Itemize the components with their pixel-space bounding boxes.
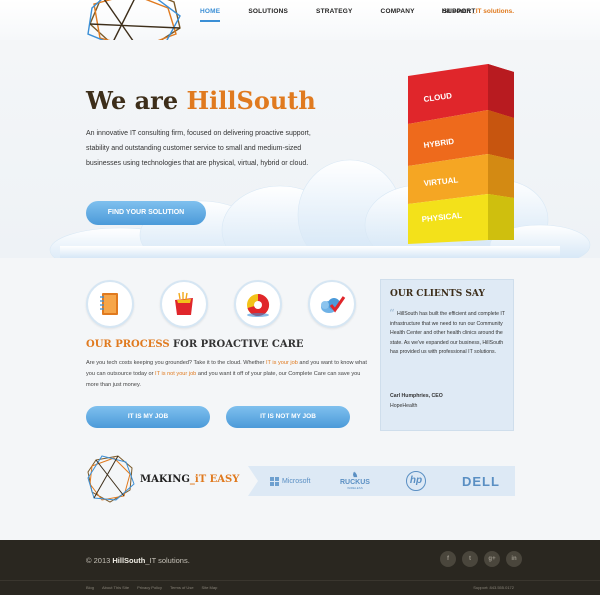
donut-chart-icon[interactable]	[234, 280, 282, 328]
it-is-your-job-link[interactable]: IT is your job	[266, 360, 298, 366]
process-title-rest: FOR PROACTIVE CARE	[169, 339, 304, 350]
testimonial-organization: HopeHealth	[390, 403, 418, 409]
footer-bottom-bar: Blog About This Site Privacy Policy Term…	[0, 580, 600, 595]
hero-title-brand: HillSouth	[186, 86, 316, 115]
partner-ruckus-label: RUCKUS	[340, 479, 370, 486]
copyright: © 2013 HillSouth_IT solutions.	[86, 556, 190, 565]
footer-link-terms[interactable]: Terms of Use	[170, 585, 194, 590]
partner-microsoft[interactable]: Microsoft	[270, 466, 310, 496]
footer-link-blog[interactable]: Blog	[86, 585, 94, 590]
hero-description: An innovative IT consulting firm, focuse…	[86, 130, 311, 167]
process-icons	[86, 280, 356, 328]
tagline-brand: HillSouth	[441, 8, 471, 15]
linkedin-icon[interactable]: in	[506, 551, 522, 567]
header-tagline: HillSouth _IT solutions.	[442, 8, 514, 15]
twitter-icon[interactable]: t	[462, 551, 478, 567]
making-accent: _iT EASY	[189, 474, 240, 485]
making-it-easy-logo	[87, 455, 135, 503]
hero-section: We are HillSouth An innovative IT consul…	[0, 40, 600, 258]
tower-illustration: CLOUD HYBRID VIRTUAL PHYSICAL	[408, 64, 514, 244]
testimonial-author: Carl Humphries, CEO	[390, 393, 443, 399]
partner-ruckus[interactable]: ♞ RUCKUS WIRELESS	[340, 466, 370, 496]
partner-dell[interactable]: DELL	[462, 466, 500, 496]
nav-home[interactable]: HOME	[200, 8, 234, 22]
footer-link-about[interactable]: About This Site	[102, 585, 129, 590]
it-is-not-your-job-link[interactable]: IT is not your job	[155, 371, 196, 377]
process-description: Are you tech costs keeping you grounded?…	[86, 358, 368, 391]
facebook-icon[interactable]: f	[440, 551, 456, 567]
nav-strategy[interactable]: STRATEGY	[302, 8, 367, 22]
it-is-my-job-button[interactable]: IT IS MY JOB	[86, 406, 210, 428]
google-plus-icon[interactable]: g+	[484, 551, 500, 567]
footer-support-info: Support: 843.555.0172	[473, 585, 514, 590]
process-text-1: Are you tech costs keeping you grounded?…	[86, 360, 266, 366]
site-header: HOME SOLUTIONS STRATEGY COMPANY SUPPORT …	[0, 0, 600, 48]
notebook-icon[interactable]	[86, 280, 134, 328]
tagline-accent: _IT solutions.	[470, 8, 514, 15]
copyright-prefix: © 2013	[86, 556, 113, 565]
clients-title: OUR CLIENTS SAY	[390, 289, 485, 299]
copyright-suffix: _IT solutions.	[145, 556, 190, 565]
partner-hp-label: hp	[406, 471, 426, 491]
hero-title: We are HillSouth	[86, 86, 316, 115]
footer-link-sitemap[interactable]: Site Map	[202, 585, 218, 590]
hero-title-prefix: We are	[86, 86, 187, 115]
testimonial-quote: HillSouth has built the efficient and co…	[390, 311, 505, 355]
process-title-accent: OUR PROCESS	[86, 339, 170, 350]
dog-icon: ♞	[351, 472, 359, 479]
footer-links: Blog About This Site Privacy Policy Term…	[86, 585, 217, 590]
making-it-easy-text: MAKING_iT EASY	[140, 474, 239, 485]
partners-strip: Microsoft ♞ RUCKUS WIRELESS hp DELL	[248, 466, 515, 496]
copyright-brand: HillSouth	[112, 556, 146, 565]
nav-solutions[interactable]: SOLUTIONS	[234, 8, 302, 22]
microsoft-icon	[270, 476, 279, 486]
cloud-check-icon[interactable]	[308, 280, 356, 328]
footer-link-privacy[interactable]: Privacy Policy	[137, 585, 162, 590]
shopping-bag-icon[interactable]	[160, 280, 208, 328]
find-solution-button[interactable]: FIND YOUR SOLUTION	[86, 201, 206, 225]
clients-testimonial: OUR CLIENTS SAY “ HillSouth has built th…	[380, 279, 514, 431]
site-footer: © 2013 HillSouth_IT solutions. f t g+ in…	[0, 540, 600, 595]
social-links: f t g+ in	[440, 551, 522, 567]
nav-company[interactable]: COMPANY	[367, 8, 429, 22]
partner-ruckus-sub: WIRELESS	[347, 486, 363, 490]
it-is-not-my-job-button[interactable]: IT IS NOT MY JOB	[226, 406, 350, 428]
making-prefix: MAKING	[140, 474, 190, 485]
process-title: OUR PROCESS FOR PROACTIVE CARE	[86, 339, 304, 350]
partner-hp[interactable]: hp	[406, 466, 426, 496]
partner-microsoft-label: Microsoft	[282, 477, 311, 485]
